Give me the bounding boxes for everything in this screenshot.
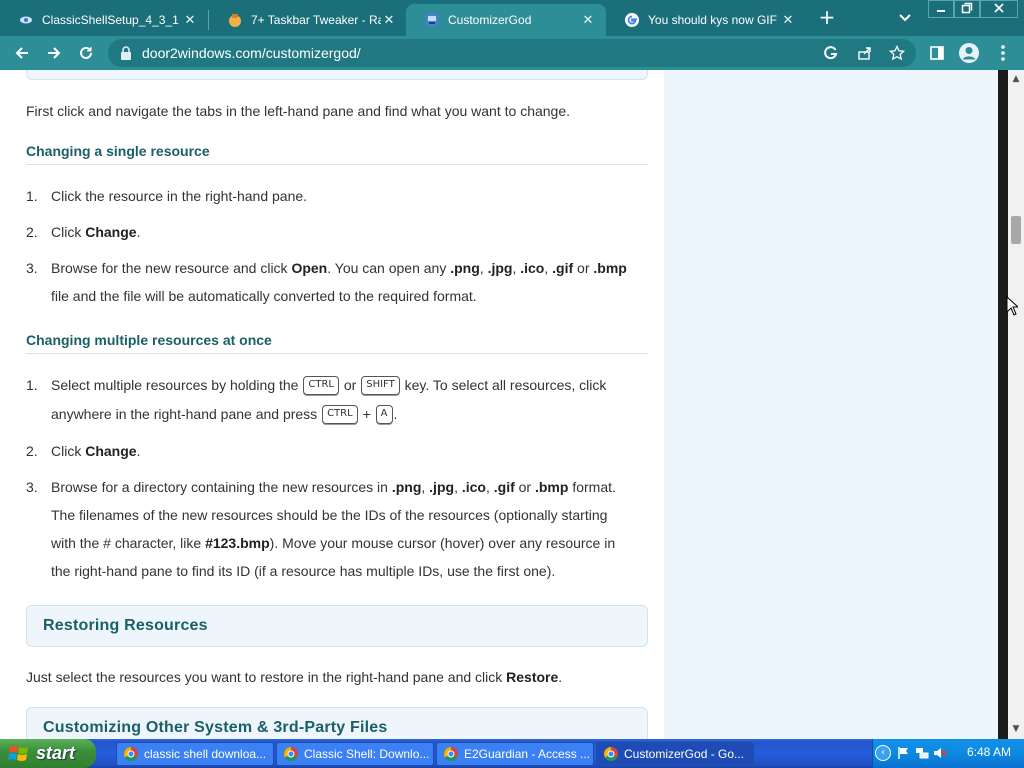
mouse-cursor-icon	[1006, 296, 1018, 316]
page-viewport: First click and navigate the tabs in the…	[0, 70, 1008, 739]
restore-paragraph: Just select the resources you want to re…	[26, 669, 563, 685]
address-bar[interactable]: door2windows.com/customizergod/	[108, 39, 916, 67]
reload-button[interactable]	[74, 41, 98, 65]
chrome-icon	[604, 747, 618, 761]
list-number: 1.	[26, 377, 38, 393]
list-number: 1.	[26, 188, 38, 204]
tab-classic-shell-setup[interactable]: ClassicShellSetup_4_3_1 ✕	[0, 4, 208, 36]
network-icon[interactable]	[915, 746, 929, 760]
key-ctrl: CTRL	[322, 404, 358, 424]
article-content: First click and navigate the tabs in the…	[26, 70, 648, 739]
restore-button[interactable]	[954, 0, 980, 18]
chrome-icon	[124, 747, 138, 761]
tab-search-chevron-icon[interactable]	[896, 8, 914, 26]
scroll-thumb[interactable]	[1011, 216, 1021, 244]
taskbar-item-active[interactable]: CustomizerGod - Go...	[596, 742, 754, 766]
tab-title: CustomizerGod	[448, 13, 532, 27]
page-scrollbar[interactable]: ▲ ▼	[1008, 70, 1024, 739]
minimize-button[interactable]	[928, 0, 954, 18]
customizergod-favicon	[424, 12, 440, 28]
start-button[interactable]: start	[0, 739, 96, 768]
key-ctrl: CTRL	[303, 375, 339, 395]
google-favicon	[624, 12, 640, 28]
tab-gif[interactable]: You should kys now GIF - G ✕	[606, 4, 806, 36]
section-restoring-resources: Restoring Resources	[26, 605, 648, 647]
windows-taskbar: start classic shell downloa... Classic S…	[0, 739, 1024, 768]
classic-shell-favicon	[18, 12, 34, 28]
taskbar-item[interactable]: classic shell downloa...	[116, 742, 274, 766]
intro-paragraph: First click and navigate the tabs in the…	[26, 103, 571, 119]
chrome-icon	[444, 747, 458, 761]
bold-term: Open	[291, 260, 328, 276]
taskbar-item-label: classic shell downloa...	[144, 747, 267, 761]
page-edge	[998, 70, 1008, 739]
list-text: Select multiple resources by holding the…	[51, 375, 607, 424]
system-tray: ‹ 6:48 AM	[872, 739, 1024, 768]
tab-strip: ClassicShellSetup_4_3_1 ✕ 7+ Taskbar Twe…	[0, 0, 1024, 36]
volume-muted-icon[interactable]	[933, 746, 947, 760]
arrow-left-icon	[15, 47, 28, 59]
tab-title: 7+ Taskbar Tweaker - Ram	[251, 13, 381, 27]
close-icon[interactable]: ✕	[381, 12, 397, 28]
flag-icon[interactable]	[897, 746, 911, 760]
list-number: 2.	[26, 443, 38, 459]
scroll-up-arrow-icon[interactable]: ▲	[1008, 72, 1024, 86]
tab-taskbar-tweaker[interactable]: 7+ Taskbar Tweaker - Ram ✕	[209, 4, 407, 36]
menu-kebab-icon[interactable]	[992, 42, 1014, 64]
arrow-right-icon	[48, 47, 61, 59]
new-tab-button[interactable]: +	[816, 6, 838, 28]
subheading-single-resource: Changing a single resource	[26, 143, 648, 165]
list-text: Browse for the new resource and click Op…	[51, 260, 627, 304]
url-text[interactable]: door2windows.com/customizergod/	[142, 45, 361, 61]
clock[interactable]: 6:48 AM	[967, 745, 1011, 759]
tab-customizergod[interactable]: CustomizerGod ✕	[406, 4, 606, 36]
bold-term: Change	[85, 443, 137, 459]
forward-button[interactable]	[42, 41, 66, 65]
key-a: A	[375, 404, 393, 424]
share-icon[interactable]	[856, 44, 874, 62]
lock-icon	[121, 46, 131, 60]
subheading-multiple-resources: Changing multiple resources at once	[26, 332, 648, 354]
start-label: start	[36, 743, 76, 763]
section-heading: Restoring Resources	[43, 617, 208, 634]
chrome-icon	[284, 747, 298, 761]
list-text: Click Change.	[51, 443, 141, 459]
tab-title: You should kys now GIF - G	[648, 13, 780, 27]
list-text: Click Change.	[51, 224, 141, 240]
browser-toolbar: door2windows.com/customizergod/	[0, 36, 1024, 70]
bold-term: Restore	[506, 669, 559, 685]
taskbar-item[interactable]: E2Guardian - Access ...	[436, 742, 594, 766]
list-number: 2.	[26, 224, 38, 240]
show-hidden-icons-chevron-icon[interactable]: ‹	[875, 745, 891, 761]
tab-title: ClassicShellSetup_4_3_1	[42, 13, 179, 27]
list-number: 3.	[26, 479, 38, 495]
section-customizing-other-files: Customizing Other System & 3rd-Party Fil…	[26, 707, 648, 739]
taskbar-item-label: CustomizerGod - Go...	[624, 747, 745, 761]
bookmark-star-icon[interactable]	[888, 44, 906, 62]
list-text: Click the resource in the right-hand pan…	[51, 188, 308, 204]
taskbar-item-label: Classic Shell: Downlo...	[304, 747, 430, 761]
bold-term: #123.bmp	[205, 535, 270, 551]
reload-icon	[80, 46, 92, 59]
taskbar-item-label: E2Guardian - Access ...	[464, 747, 591, 761]
list-text: Browse for a directory containing the ne…	[51, 479, 616, 579]
close-icon[interactable]: ✕	[182, 12, 198, 28]
side-panel-icon[interactable]	[926, 42, 948, 64]
close-window-button[interactable]	[980, 0, 1018, 18]
section-box-cutoff	[26, 70, 648, 80]
taskbar-tweaker-favicon	[227, 12, 243, 28]
taskbar-item[interactable]: Classic Shell: Downlo...	[276, 742, 434, 766]
profile-avatar-icon[interactable]	[958, 42, 980, 64]
bold-term: Change	[85, 224, 137, 240]
list-number: 3.	[26, 260, 38, 276]
close-icon[interactable]: ✕	[580, 12, 596, 28]
windows-logo-icon	[8, 745, 28, 761]
key-shift: SHIFT	[361, 375, 400, 395]
scroll-down-arrow-icon[interactable]: ▼	[1008, 722, 1024, 736]
google-lens-icon[interactable]	[822, 44, 840, 62]
section-heading: Customizing Other System & 3rd-Party Fil…	[43, 719, 388, 736]
close-icon[interactable]: ✕	[780, 12, 796, 28]
back-button[interactable]	[10, 41, 34, 65]
sidebar-ad-area	[664, 70, 998, 739]
